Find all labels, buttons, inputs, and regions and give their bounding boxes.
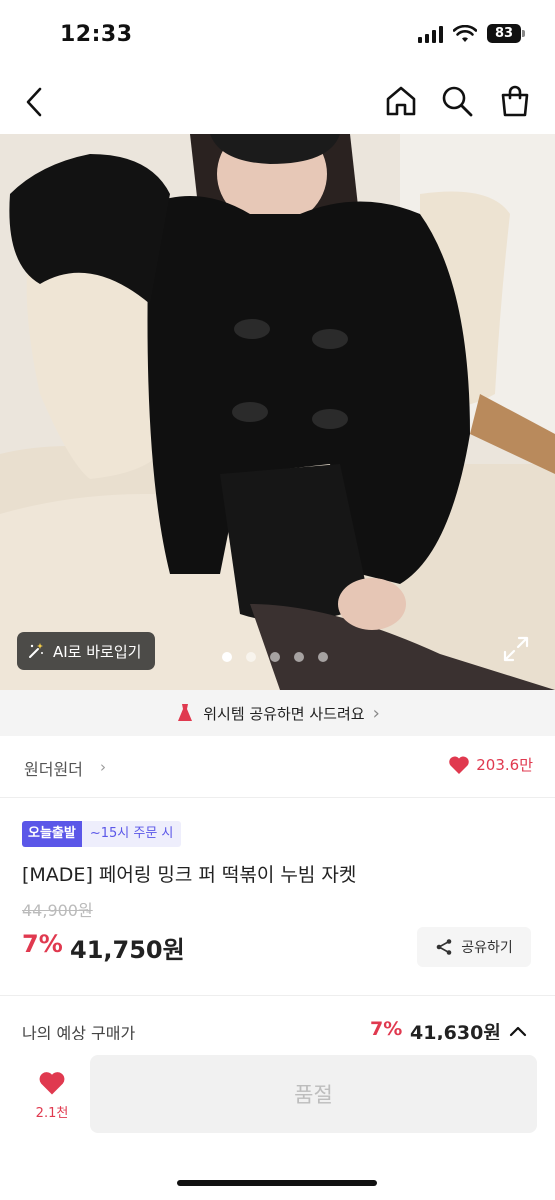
product-title: [MADE] 페어링 밍크 퍼 떡볶이 누빔 자켓 [22,864,357,886]
wish-share-banner[interactable]: 위시템 공유하면 사드려요 › [0,690,555,736]
pagination-dot[interactable] [294,652,304,662]
brand-likes[interactable]: 203.6만 [448,754,533,775]
chevron-up-icon[interactable] [508,1024,528,1038]
order-cutoff-badge: ~15시 주문 시 [81,821,182,847]
bottom-action-bar: 2.1천 품절 [0,1040,555,1200]
status-time: 12:33 [60,22,133,47]
dress-icon [178,704,193,721]
home-indicator [177,1180,377,1186]
expand-icon[interactable] [503,636,529,662]
expected-discount: 7% [370,1018,403,1040]
soldout-button[interactable]: 품절 [90,1055,537,1133]
status-bar: 12:33 83 [0,0,555,72]
delivery-badges: 오늘출발 ~15시 주문 시 [22,821,182,847]
pagination-dot[interactable] [246,652,256,662]
signal-icon [418,25,443,43]
product-image-gallery[interactable]: AI로 바로입기 [0,134,555,690]
product-photo [0,134,555,690]
ai-button-label: AI로 바로입기 [53,642,142,661]
chevron-right-icon[interactable]: › [100,758,106,776]
share-label: 공유하기 [461,940,513,956]
home-icon[interactable] [384,84,418,118]
like-count: 2.1천 [35,1106,69,1121]
original-price: 44,900원 [22,901,93,920]
divider [0,995,555,996]
battery-icon: 83 [487,24,525,43]
gallery-pagination [222,652,328,662]
share-icon [436,939,452,955]
like-button[interactable]: 2.1천 [24,1070,80,1130]
today-shipping-badge: 오늘출발 [22,821,82,847]
magic-wand-icon [29,643,43,658]
heart-icon [39,1072,65,1095]
wish-banner-text: 위시템 공유하면 사드려요 [203,704,365,723]
chevron-right-icon: › [372,702,380,724]
brand-name[interactable]: 원더원더 [24,756,83,780]
ai-try-on-button[interactable]: AI로 바로입기 [17,632,156,670]
share-button[interactable]: 공유하기 [417,927,531,967]
heart-icon [449,755,470,774]
brand-likes-count: 203.6만 [476,756,533,774]
pagination-dot[interactable] [270,652,280,662]
wifi-icon [453,24,477,42]
status-icons: 83 [418,24,525,43]
sale-price: 41,750원 [70,936,185,964]
pagination-dot[interactable] [222,652,232,662]
brand-row: 원더원더 › 203.6만 [0,736,555,798]
pagination-dot[interactable] [318,652,328,662]
shopping-bag-icon[interactable] [498,84,532,118]
chevron-left-icon[interactable] [20,84,52,120]
search-icon[interactable] [440,84,474,118]
discount-rate: 7% [22,930,63,958]
nav-bar [0,72,555,134]
